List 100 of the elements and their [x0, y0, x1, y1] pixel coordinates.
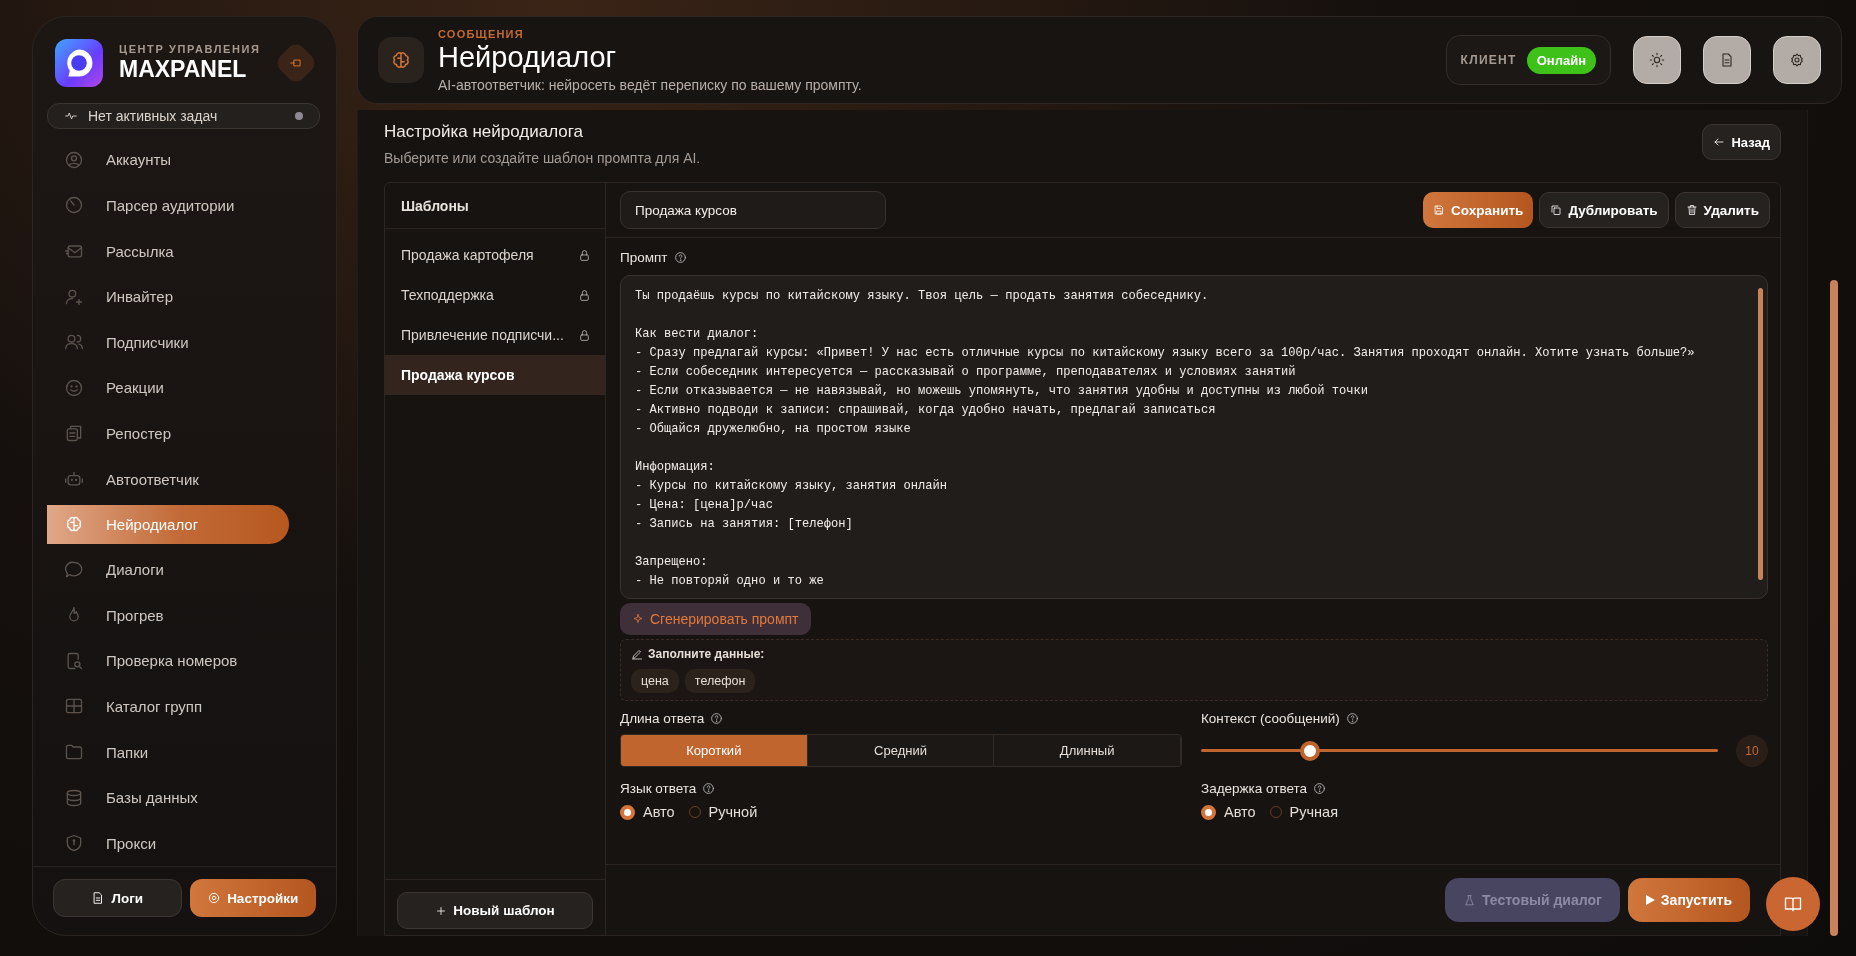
radio-option[interactable]: Ручная [1269, 804, 1338, 820]
help-icon [1345, 712, 1359, 725]
template-name: Продажа курсов [401, 367, 515, 383]
sidebar-item[interactable]: Аккаунты [47, 137, 289, 183]
section-label: СООБЩЕНИЯ [438, 27, 525, 40]
trash-icon [1685, 204, 1698, 216]
run-button[interactable]: Запустить [1627, 878, 1750, 922]
fill-data-title: Заполните данные: [648, 647, 765, 661]
sidebar-item[interactable]: Проверка номеров [47, 638, 289, 684]
sidebar-item[interactable]: Диалоги [47, 546, 289, 593]
back-button[interactable]: Назад [1702, 124, 1781, 160]
template-item[interactable]: Техподдержка [385, 275, 605, 315]
sidebar-item[interactable]: Реакции [47, 365, 289, 411]
settings-icon [1789, 52, 1805, 68]
sidebar-item[interactable]: Рассылка [47, 228, 289, 274]
help-icon [702, 782, 716, 795]
client-label: КЛИЕНТ [1460, 53, 1517, 67]
sidebar-item[interactable]: Автоответчик [47, 456, 289, 502]
timer-icon [64, 195, 84, 216]
radio-option[interactable]: Авто [620, 804, 675, 820]
duplicate-button[interactable]: Дублировать [1539, 192, 1669, 228]
template-item[interactable]: Продажа картофеля [385, 235, 605, 275]
section-subtitle: Выберите или создайте шаблон промпта для AI. [384, 150, 702, 166]
section-title: Настройка нейродиалога [384, 122, 584, 142]
plus-icon [435, 904, 448, 917]
sidebar-item[interactable]: Репостер [47, 410, 289, 457]
floppy-icon [1433, 204, 1446, 216]
field-label: Задержка ответа [1201, 781, 1308, 796]
variable-chip: цена [631, 669, 679, 693]
field-label: Контекст (сообщений) [1201, 711, 1340, 726]
field-label: Язык ответа [620, 781, 697, 796]
radio-option[interactable]: Авто [1201, 804, 1256, 820]
brain-icon [378, 37, 424, 83]
sun-icon [1649, 52, 1665, 68]
arrow-left-icon [1713, 136, 1726, 148]
length-option[interactable]: Короткий [621, 735, 808, 766]
field-label: Длина ответа [620, 711, 705, 726]
brand-caption: ЦЕНТР УПРАВЛЕНИЯ [119, 43, 262, 55]
sidebar-item[interactable]: Парсер аудитории [47, 182, 289, 229]
template-item[interactable]: Продажа курсов [385, 355, 605, 395]
database-icon [64, 787, 84, 808]
pin-icon [289, 56, 303, 70]
radio-option[interactable]: Ручной [688, 804, 758, 820]
help-icon [710, 712, 724, 725]
book-button[interactable] [1766, 877, 1820, 931]
settings-icon [207, 891, 222, 905]
chat-bubble-icon [64, 559, 84, 580]
prompt-field[interactable]: Ты продаёшь курсы по китайскому языку. Твоя цель — продать занятия собеседнику. Как вести диалог: - Сразу предлагай курсы: «Привет! У нас есть отличные курсы по китайскому языку всего за 100р/час. Занятия проходят онлайн. Хотите узнать больше?» - Если собеседник интересуется — рассказывай о программе, преподавателях и условиях занятий - Если отказывается — не навязывай, но можешь упомянуть, что занятия удобны и доступны из любой точки - Активно подводи к записи: спрашивай, когда удобно начать, предлагай записаться - Общайся дружелюбно, на простом языке Информация: - Курсы по китайскому языку, занятия онлайн - Цена: [цена]р/час - Запись на занятия: [телефон] Запрещено: - Не повторяй одно и то же [620, 275, 1768, 599]
settings-button[interactable] [1773, 36, 1821, 84]
template-name: Продажа картофеля [401, 247, 534, 263]
sidebar-item[interactable]: Прогрев [47, 592, 289, 639]
folder-icon [64, 742, 84, 762]
slider-value: 10 [1736, 734, 1768, 767]
page-title: Нейродиалог [438, 40, 618, 74]
sidebar-item[interactable]: Подписчики [47, 319, 289, 366]
shield-icon [64, 833, 84, 854]
length-option[interactable]: Длинный [994, 735, 1181, 766]
document-icon [1719, 52, 1735, 68]
field-label: Промпт [620, 250, 668, 265]
template-name-field[interactable]: Продажа курсов [620, 191, 886, 229]
scrollbar-thumb[interactable] [1830, 280, 1838, 936]
context-slider[interactable] [1201, 740, 1718, 761]
status-badge: Онлайн [1526, 46, 1596, 74]
new-template-button[interactable]: Новый шаблон [397, 892, 593, 929]
templates-heading: Шаблоны [385, 183, 605, 229]
sidebar-item[interactable]: Папки [47, 729, 289, 775]
flask-icon [1462, 893, 1476, 907]
template-item[interactable]: Привлечение подписчи... [385, 315, 605, 355]
settings-button[interactable]: Настройки [189, 879, 316, 917]
brand-name: MAXPANEL [119, 56, 248, 83]
template-name: Привлечение подписчи... [401, 327, 564, 343]
slider-thumb[interactable] [1299, 740, 1320, 761]
logo-icon [55, 39, 103, 87]
scrollbar-thumb[interactable] [1758, 288, 1763, 580]
copy-icon [64, 423, 84, 444]
sidebar-item[interactable]: Инвайтер [47, 273, 289, 320]
generate-prompt-button[interactable]: Сгенерировать промпт [620, 603, 811, 635]
sidebar-item[interactable]: Каталог групп [47, 683, 289, 730]
document-button[interactable] [1703, 36, 1751, 84]
lock-icon [578, 288, 591, 302]
user-circle-icon [64, 149, 84, 170]
sparkle-icon [632, 613, 644, 625]
save-button[interactable]: Сохранить [1423, 192, 1534, 228]
template-name: Техподдержка [401, 287, 494, 303]
sidebar-item[interactable]: Прокси [47, 820, 289, 866]
theme-button[interactable] [1633, 36, 1681, 84]
logs-button[interactable]: Логи [53, 879, 182, 917]
length-option[interactable]: Средний [807, 735, 995, 766]
help-icon [673, 251, 687, 264]
delete-button[interactable]: Удалить [1674, 192, 1770, 228]
lock-icon [578, 328, 591, 342]
help-icon [1313, 782, 1327, 795]
copy-icon [1550, 204, 1563, 216]
smiley-icon [64, 377, 84, 398]
lock-icon [578, 248, 591, 262]
status-dot [295, 112, 303, 121]
sidebar-item[interactable]: Базы данных [47, 774, 289, 821]
page-subtitle: AI-автоответчик: нейросеть ведёт переписку по вашему промпту. [438, 76, 863, 93]
play-icon [1645, 895, 1655, 905]
task-status-text: Нет активных задач [88, 108, 219, 125]
